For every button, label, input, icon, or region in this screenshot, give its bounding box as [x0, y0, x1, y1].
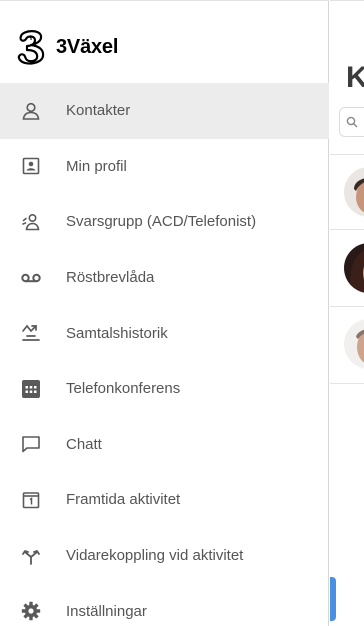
sidebar-item-label: Telefonkonferens: [66, 380, 181, 398]
forward-icon: [20, 545, 42, 567]
chat-icon: [20, 433, 42, 455]
sidebar-item-settings[interactable]: Inställningar: [0, 583, 329, 626]
avatar[interactable]: [344, 167, 364, 217]
brand-name: 3Växel: [56, 35, 119, 58]
sidebar-item-chat[interactable]: Chatt: [0, 417, 329, 473]
sidebar-item-call-history[interactable]: Samtalshistorik: [0, 305, 329, 361]
sidebar-item-label: Framtida aktivitet: [66, 491, 181, 509]
avatar[interactable]: [344, 319, 364, 369]
sidebar-menu: Kontakter Min profil Svarsgrupp (ACD/Tel…: [0, 83, 329, 626]
page-title: K: [346, 61, 364, 95]
sidebar-item-voicemail[interactable]: Röstbrevlåda: [0, 250, 329, 306]
calendar-icon: [20, 489, 42, 511]
scroll-tab[interactable]: [330, 577, 336, 621]
search-icon: [346, 116, 358, 128]
sidebar-item-label: Svarsgrupp (ACD/Telefonist): [66, 213, 257, 231]
sidebar-item-conference[interactable]: Telefonkonferens: [0, 361, 329, 417]
sidebar-item-profile[interactable]: Min profil: [0, 139, 329, 195]
divider: [330, 154, 364, 155]
sidebar-item-label: Min profil: [66, 157, 127, 175]
conference-icon: [20, 378, 42, 400]
sidebar-item-label: Chatt: [66, 435, 102, 453]
navigation-drawer: 3Växel Kontakter Min profil Svarsgrupp (…: [0, 0, 329, 626]
contacts-panel: K: [330, 0, 364, 626]
sidebar-item-answer-group[interactable]: Svarsgrupp (ACD/Telefonist): [0, 194, 329, 250]
divider: [330, 306, 364, 307]
sidebar-item-label: Kontakter: [66, 102, 131, 120]
divider: [330, 383, 364, 384]
brand: 3Växel: [14, 27, 118, 67]
voicemail-icon: [20, 267, 42, 289]
sidebar-item-contacts[interactable]: Kontakter: [0, 83, 329, 139]
sidebar-item-label: Inställningar: [66, 602, 147, 620]
gear-icon: [20, 600, 42, 622]
group-icon: [20, 211, 42, 233]
sidebar-item-forwarding[interactable]: Vidarekoppling vid aktivitet: [0, 528, 329, 584]
sidebar-item-label: Samtalshistorik: [66, 324, 168, 342]
profile-card-icon: [20, 155, 42, 177]
divider: [330, 229, 364, 230]
sidebar-item-future-activity[interactable]: Framtida aktivitet: [0, 472, 329, 528]
sidebar-item-label: Röstbrevlåda: [66, 269, 155, 287]
search-input[interactable]: [339, 107, 364, 137]
call-history-icon: [20, 322, 42, 344]
sidebar-item-label: Vidarekoppling vid aktivitet: [66, 547, 244, 565]
three-logo-icon: [17, 30, 45, 65]
avatar[interactable]: [344, 243, 364, 293]
contacts-icon: [20, 100, 42, 122]
